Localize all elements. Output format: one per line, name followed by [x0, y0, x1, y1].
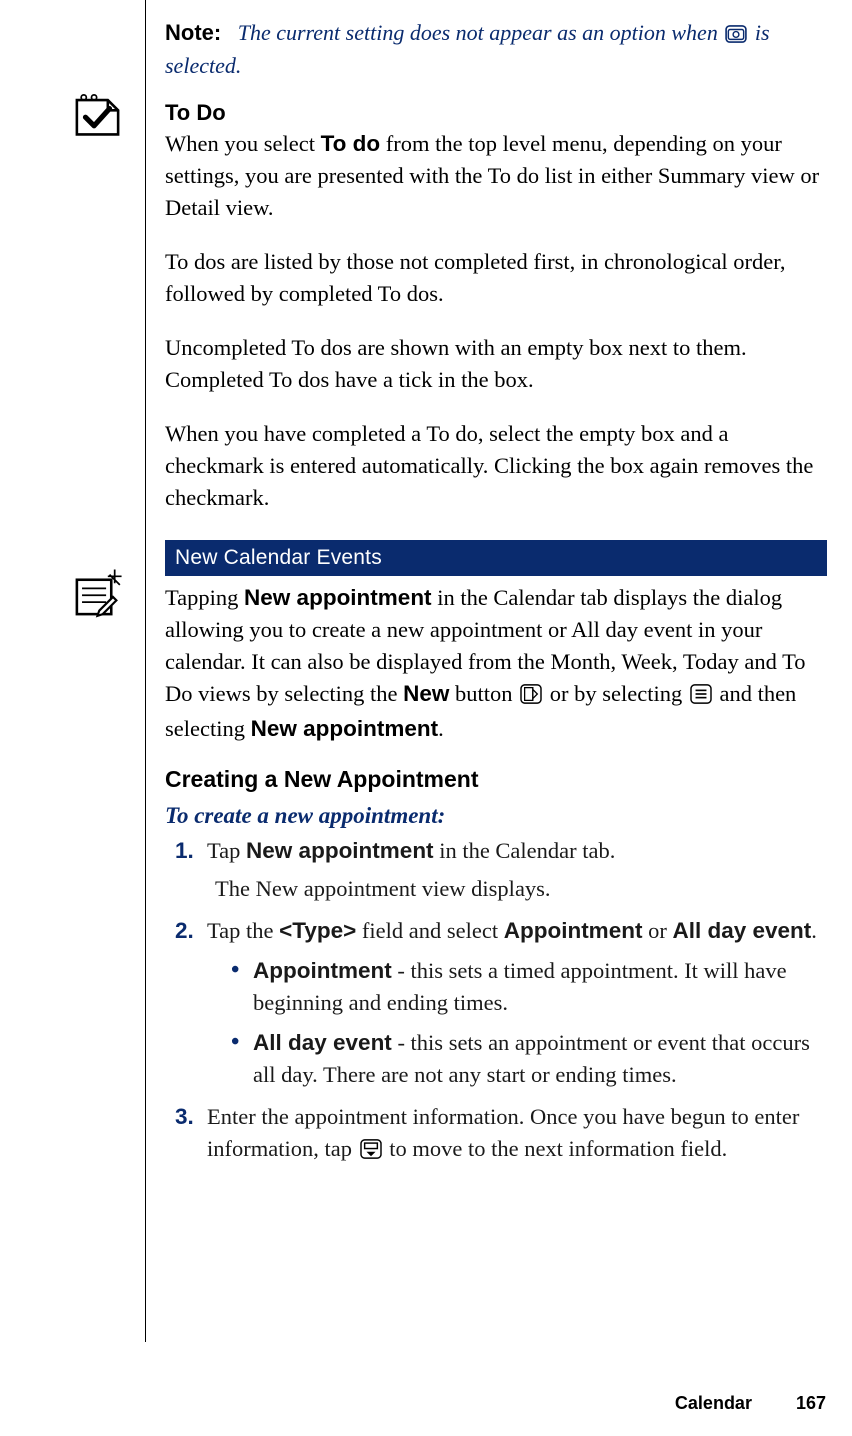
- camera-icon: [725, 21, 747, 51]
- step-2-bullets: Appointment - this sets a timed appointm…: [231, 955, 827, 1091]
- todo-p3: Uncompleted To dos are shown with an emp…: [165, 332, 827, 396]
- menu-icon: [690, 681, 712, 713]
- section-intro: Tapping New appointment in the Calendar …: [165, 582, 827, 745]
- footer-section: Calendar: [675, 1393, 752, 1414]
- todo-heading: To Do: [165, 100, 827, 126]
- todo-p4: When you have completed a To do, select …: [165, 418, 827, 514]
- checkbox-tag-icon: [70, 88, 125, 143]
- section-heading: New Calendar Events: [165, 540, 827, 576]
- bullet-all-day: All day event - this sets an appointment…: [231, 1027, 827, 1091]
- note-text-pre: The current setting does not appear as a…: [238, 20, 724, 45]
- creating-heading: Creating a New Appointment: [165, 766, 827, 793]
- vertical-rule: [145, 0, 146, 1342]
- todo-p2: To dos are listed by those not completed…: [165, 246, 827, 310]
- note-pad-icon: [70, 566, 125, 621]
- document-page: Note: The current setting does not appea…: [0, 0, 852, 1436]
- procedure-title: To create a new appointment:: [165, 803, 827, 829]
- note-label: Note:: [165, 20, 221, 45]
- nav-down-icon: [360, 1136, 382, 1168]
- page-footer: Calendar 167: [675, 1393, 826, 1414]
- todo-p1: When you select To do from the top level…: [165, 128, 827, 224]
- bullet-appointment: Appointment - this sets a timed appointm…: [231, 955, 827, 1019]
- note-block: Note: The current setting does not appea…: [165, 18, 827, 80]
- procedure-steps: Tap New appointment in the Calendar tab.…: [165, 835, 827, 1167]
- new-page-icon: [520, 681, 542, 713]
- step-2: Tap the <Type> field and select Appointm…: [165, 915, 827, 1091]
- step-1-result: The New appointment view displays.: [215, 873, 827, 905]
- step-1: Tap New appointment in the Calendar tab.…: [165, 835, 827, 905]
- footer-page-number: 167: [796, 1393, 826, 1414]
- step-3: Enter the appointment information. Once …: [165, 1101, 827, 1168]
- content-column: Note: The current setting does not appea…: [165, 18, 827, 1178]
